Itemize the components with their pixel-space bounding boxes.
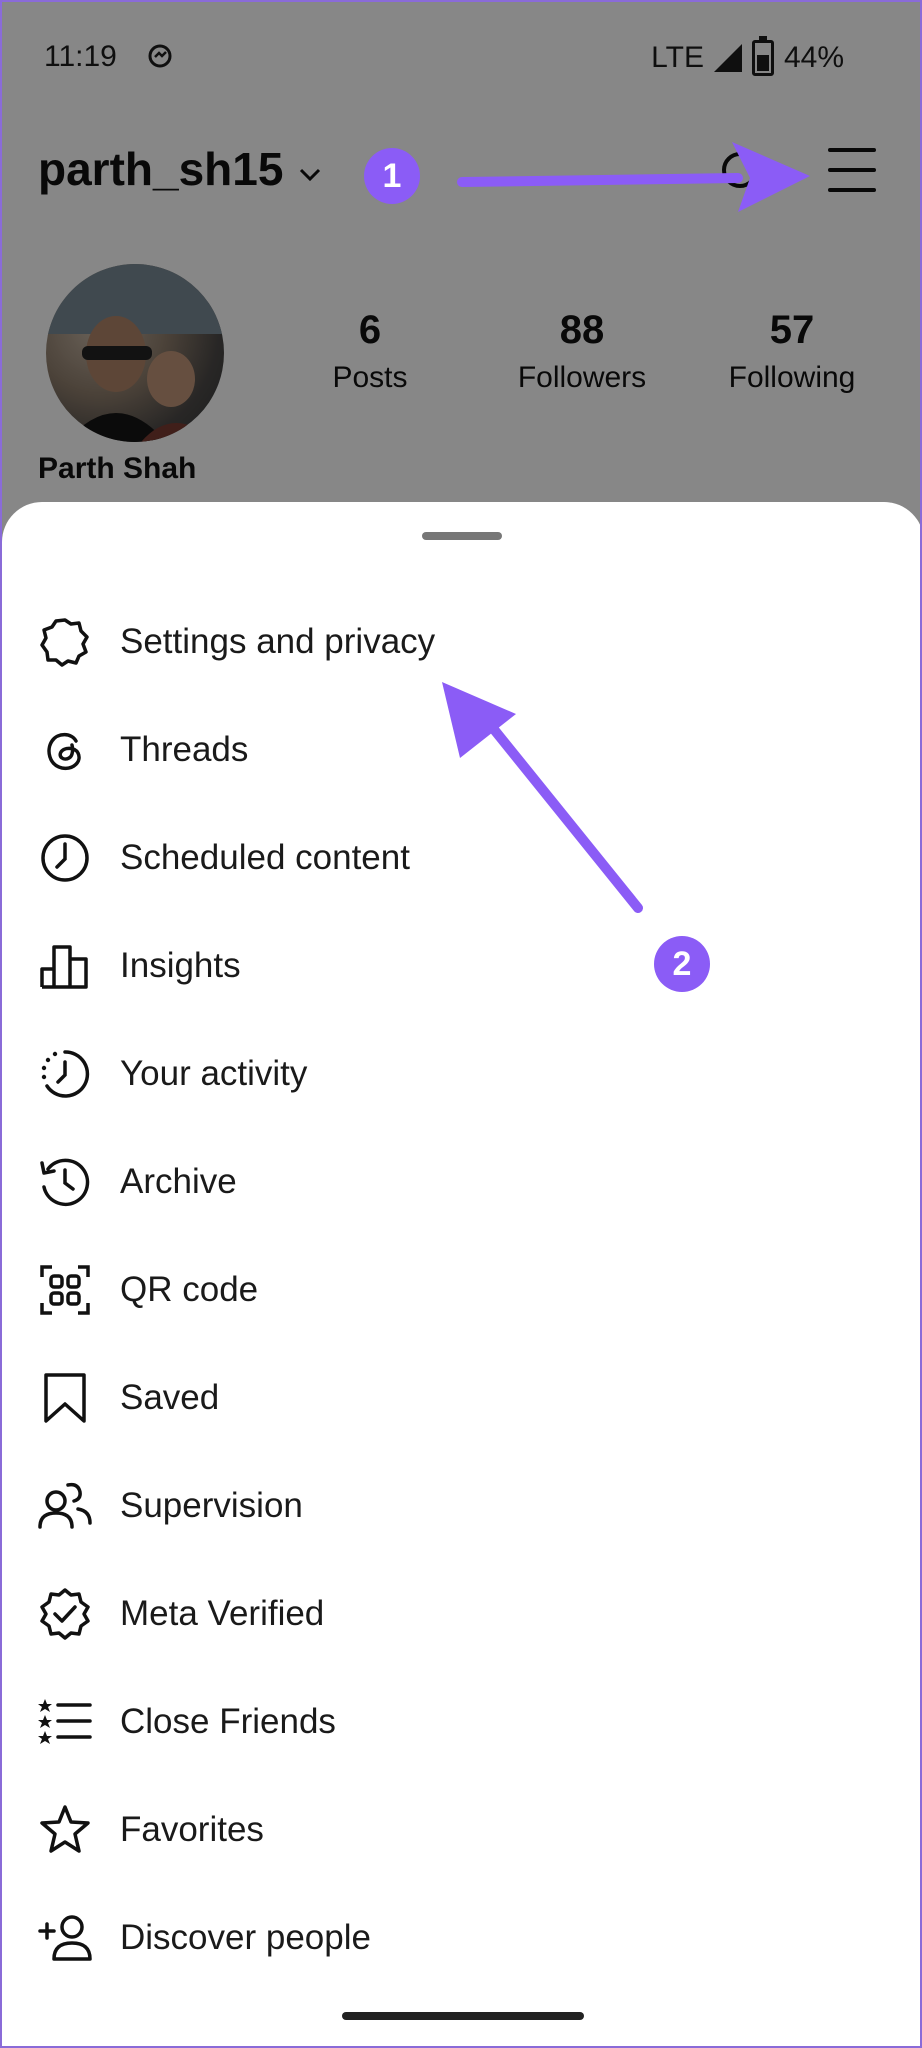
menu-item-label: Supervision <box>120 1486 303 1525</box>
menu-item-label: Favorites <box>120 1810 264 1849</box>
menu-item-label: Your activity <box>120 1054 308 1093</box>
menu-item-label: Threads <box>120 730 249 769</box>
menu-item-scheduled-content[interactable]: Scheduled content <box>2 804 920 912</box>
menu-item-supervision[interactable]: Supervision <box>2 1452 920 1560</box>
verified-badge-icon <box>40 1588 90 1640</box>
menu-bottom-sheet: Settings and privacy Threads Scheduled c… <box>2 502 920 2046</box>
menu-item-your-activity[interactable]: Your activity <box>2 1020 920 1128</box>
sheet-drag-handle[interactable] <box>422 532 502 540</box>
menu-item-threads[interactable]: Threads <box>2 696 920 804</box>
star-icon <box>40 1805 90 1853</box>
annotation-badge-1: 1 <box>364 148 420 204</box>
supervision-icon <box>38 1482 92 1529</box>
bookmark-icon <box>44 1373 86 1423</box>
menu-item-label: Discover people <box>120 1918 371 1957</box>
menu-item-label: Scheduled content <box>120 838 410 877</box>
menu-item-settings-and-privacy[interactable]: Settings and privacy <box>2 588 920 696</box>
threads-icon <box>47 732 81 771</box>
bar-chart-icon <box>40 945 88 989</box>
clock-icon <box>41 834 89 882</box>
add-person-icon <box>38 1915 92 1961</box>
menu-item-meta-verified[interactable]: Meta Verified <box>2 1560 920 1668</box>
annotation-badge-2: 2 <box>654 936 710 992</box>
menu-item-insights[interactable]: Insights <box>2 912 920 1020</box>
activity-icon <box>41 1050 90 1098</box>
app-screen: 11:19 LTE 44% parth_sh15 6 Posts 88 Foll… <box>0 0 922 2048</box>
menu-item-discover-people[interactable]: Discover people <box>2 1884 920 1992</box>
menu-item-label: Archive <box>120 1162 237 1201</box>
menu-item-archive[interactable]: Archive <box>2 1128 920 1236</box>
menu-item-label: Close Friends <box>120 1702 336 1741</box>
archive-icon <box>40 1158 90 1207</box>
home-indicator[interactable] <box>342 2012 584 2020</box>
menu-item-label: Settings and privacy <box>120 622 436 661</box>
menu-item-label: Meta Verified <box>120 1594 325 1633</box>
menu-item-label: QR code <box>120 1270 259 1309</box>
menu-item-label: Saved <box>120 1378 220 1417</box>
close-friends-icon <box>38 1699 92 1744</box>
menu-item-label: Insights <box>120 946 241 985</box>
menu-item-saved[interactable]: Saved <box>2 1344 920 1452</box>
menu-item-qr-code[interactable]: QR code <box>2 1236 920 1344</box>
menu-item-favorites[interactable]: Favorites <box>2 1776 920 1884</box>
qr-code-icon <box>40 1265 90 1315</box>
menu-item-close-friends[interactable]: Close Friends <box>2 1668 920 1776</box>
settings-icon <box>40 618 89 667</box>
